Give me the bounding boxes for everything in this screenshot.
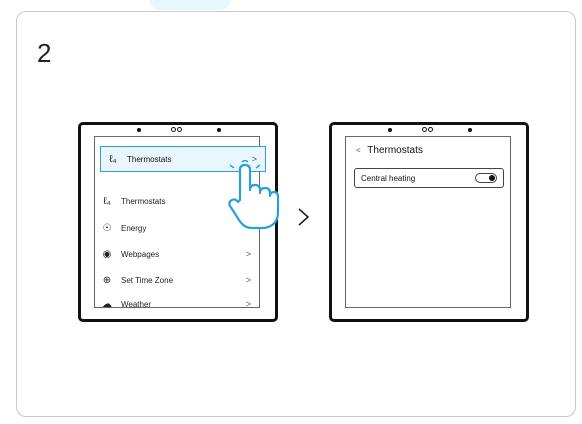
sensor-dot-icon [468, 128, 472, 132]
webpages-icon: ◉ [102, 248, 112, 260]
screen-title: Thermostats [367, 145, 423, 156]
thermostat-icon: ℓ₄ [109, 153, 117, 165]
sensor-dot-icon [388, 128, 392, 132]
toggle-switch[interactable] [475, 173, 497, 183]
setting-row-central-heating[interactable]: Central heating [354, 168, 504, 188]
sensor-dot-icon [217, 128, 221, 132]
energy-icon: ☉ [102, 222, 112, 234]
screen-header[interactable]: < Thermostats [356, 145, 423, 156]
menu-item-weather[interactable]: ☁ Weather > [95, 291, 259, 308]
device-right: < Thermostats Central heating [329, 122, 529, 322]
back-chevron-icon[interactable]: < [356, 146, 361, 155]
sensor-dot-icon [137, 128, 141, 132]
camera-icon [422, 127, 434, 132]
device-screen-right: < Thermostats Central heating [345, 136, 511, 308]
setting-label: Central heating [361, 173, 416, 183]
camera-icon [171, 127, 183, 132]
globe-icon: ⊕ [102, 274, 112, 286]
hand-pointer-icon [228, 160, 280, 230]
next-arrow-icon [298, 208, 310, 226]
step-number: 2 [37, 38, 52, 68]
thermostat-icon: ℓ₄ [103, 195, 111, 207]
menu-item-set-time-zone[interactable]: ⊕ Set Time Zone > [95, 267, 259, 293]
top-tab-decoration [150, 0, 230, 10]
weather-icon: ☁ [102, 298, 112, 308]
toggle-knob [489, 175, 495, 181]
menu-item-webpages[interactable]: ◉ Webpages > [95, 241, 259, 267]
